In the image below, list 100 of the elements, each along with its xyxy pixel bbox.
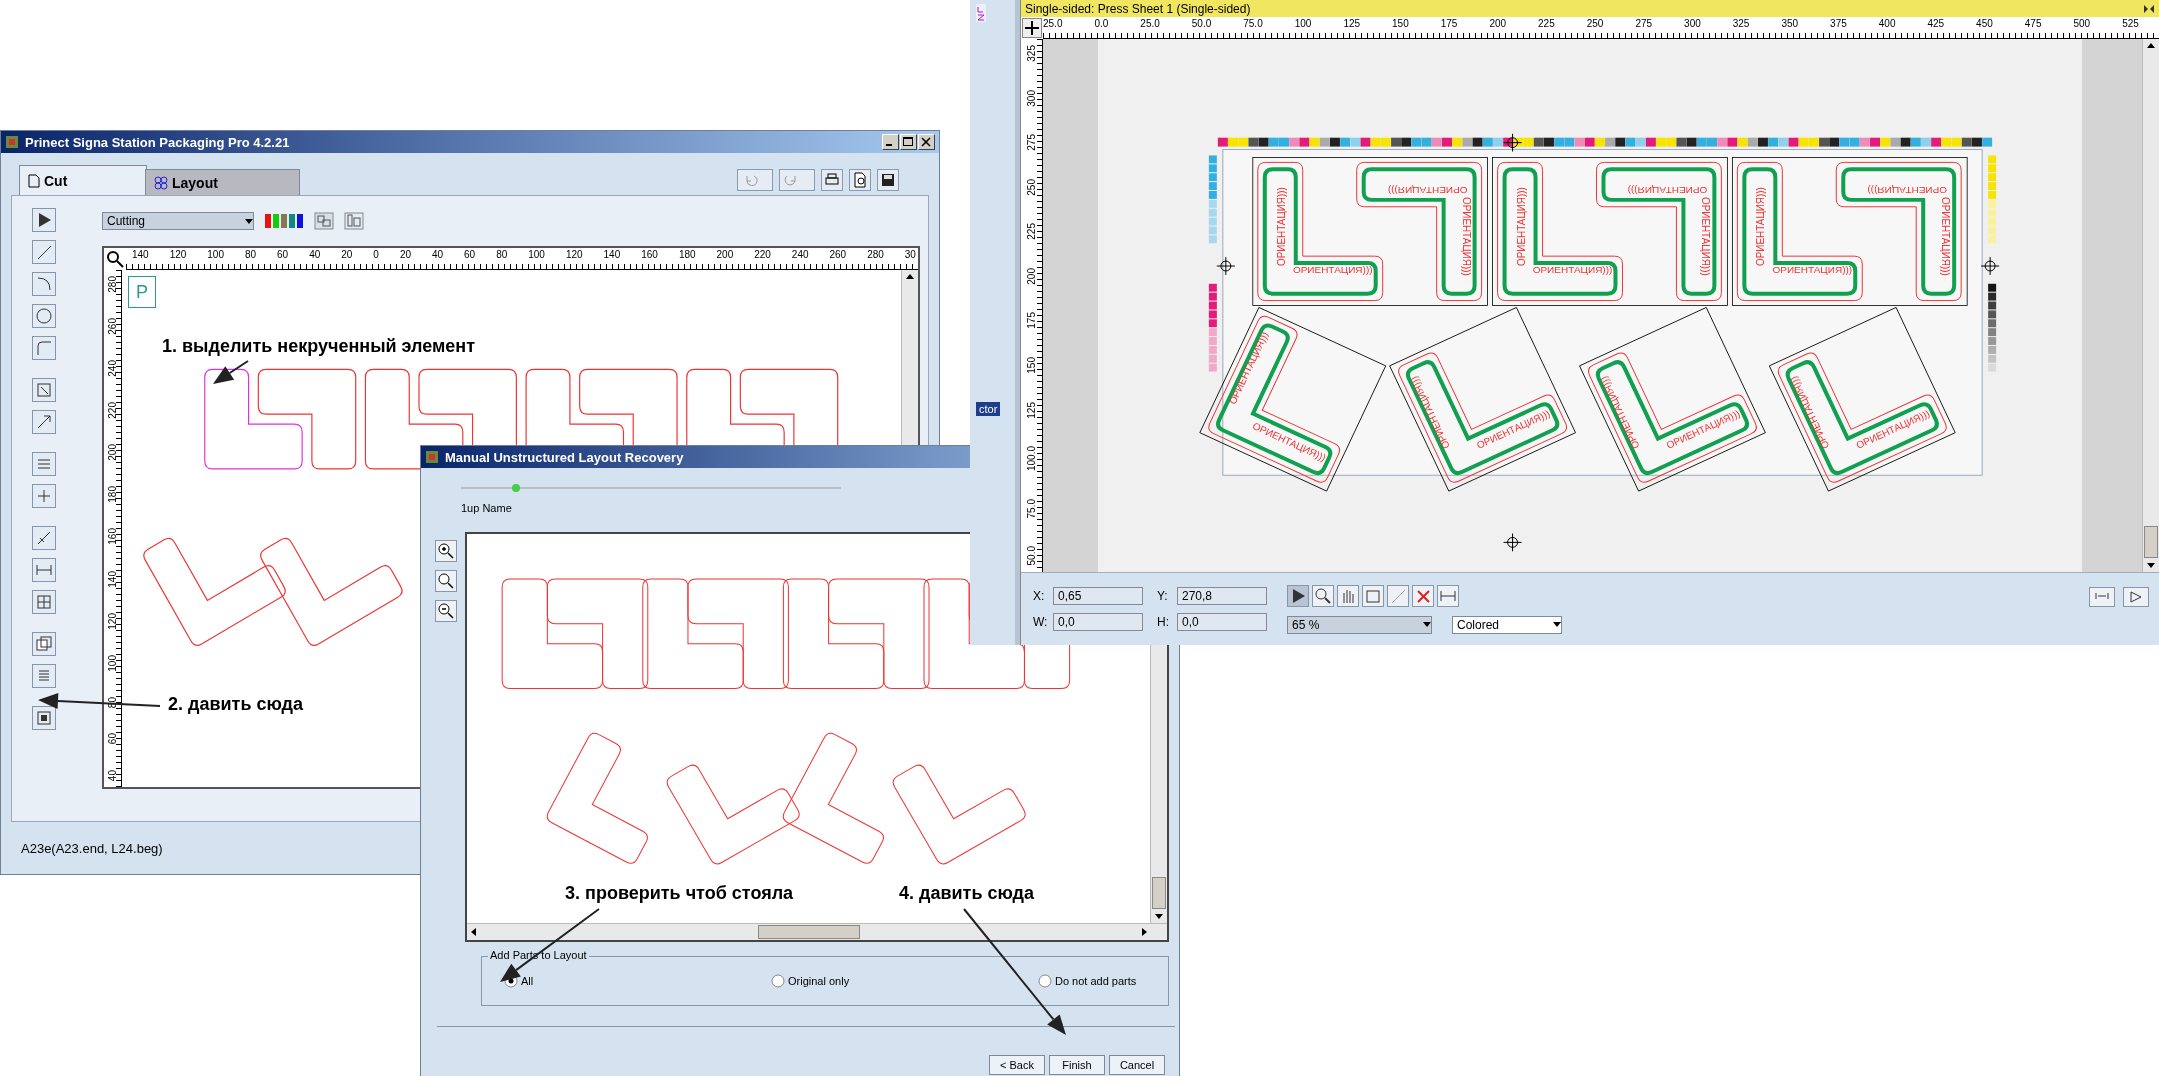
align-icon[interactable] (32, 452, 56, 476)
ruler-label: 225 (1538, 18, 1555, 29)
zoom-icon[interactable] (435, 570, 457, 592)
field-label: Y: (1157, 589, 1169, 603)
print-preview-icon[interactable] (849, 169, 871, 191)
value-field[interactable]: 0,0 (1053, 613, 1143, 631)
distribute-icon[interactable] (32, 484, 56, 508)
curve-icon[interactable] (32, 272, 56, 296)
layers-icon[interactable] (32, 632, 56, 656)
ruler-label: 60 (464, 249, 476, 260)
stack-icon[interactable] (32, 664, 56, 688)
layout-icon[interactable] (32, 706, 56, 730)
annotation-text: 1. выделить некрученный элемент (162, 336, 476, 357)
measure-icon[interactable] (32, 526, 56, 550)
move-icon[interactable] (32, 378, 56, 402)
part-label: ОРИЕНТАЦИЯ))) (1772, 264, 1853, 275)
ruler-label: 125 (1343, 18, 1361, 29)
annotation-text: 3. проверить чтоб стояла (565, 883, 794, 904)
step-slider-icon[interactable] (461, 482, 841, 494)
dropdown-arrow-icon (1553, 622, 1561, 627)
delete-icon[interactable] (1412, 584, 1434, 607)
panel-tab[interactable]: ctor (976, 402, 1001, 416)
dropdown-arrow-icon (1423, 622, 1431, 627)
part-label: ОРИЕНТАЦИЯ))) (1292, 264, 1373, 275)
ruler-label: 250 (1025, 178, 1038, 196)
scale-icon[interactable] (32, 410, 56, 434)
ruler-label: 175 (1025, 312, 1038, 330)
ruler-label: 200 (1025, 267, 1038, 285)
ruler-label: 375 (1830, 18, 1847, 29)
zoom-icon[interactable] (105, 249, 125, 269)
ruler-label: 475 (2024, 18, 2042, 29)
ruler-label: 120 (169, 249, 187, 260)
scroll-bar[interactable] (467, 923, 1167, 940)
page-icon (28, 173, 40, 188)
ruler-label: 525 (2122, 18, 2139, 29)
maximize-button[interactable] (900, 134, 917, 150)
width-icon[interactable] (1437, 584, 1459, 607)
zoom-icon[interactable] (1312, 584, 1334, 607)
pointer-icon[interactable] (32, 208, 56, 232)
pointer-icon[interactable] (1287, 584, 1309, 607)
scroll-thumb[interactable] (2144, 526, 2158, 558)
ruler-label: 220 (106, 402, 119, 419)
ruler-label: 0 (373, 249, 379, 260)
part-label: ОРИЕНТАЦИЯ))) (1532, 264, 1613, 275)
undo-icon[interactable] (737, 169, 773, 191)
corner-icon[interactable] (32, 336, 56, 360)
scroll-thumb[interactable] (1152, 877, 1166, 909)
ruler-label: 200 (1489, 18, 1507, 29)
minimize-button[interactable] (882, 134, 899, 150)
print-icon[interactable] (821, 169, 843, 191)
save-icon[interactable] (877, 169, 899, 191)
scroll-thumb[interactable] (758, 925, 860, 939)
scroll-bar[interactable] (2142, 39, 2159, 572)
ruler-label: 60 (106, 733, 119, 745)
value-field[interactable]: 0,65 (1053, 587, 1143, 605)
register-mark (1980, 256, 2000, 276)
tab[interactable]: Layout (145, 169, 300, 195)
crop-icon[interactable] (1362, 584, 1384, 607)
ruler-label: 25.0 (1140, 18, 1160, 29)
ruler-label: 225 (1025, 223, 1038, 240)
redo-icon[interactable] (779, 169, 815, 191)
ungroup-icon[interactable] (344, 212, 364, 230)
dialog-button[interactable]: < Back (989, 1055, 1045, 1075)
dialog-button[interactable]: Finish (1049, 1055, 1105, 1075)
value-field[interactable]: 270,8 (1177, 587, 1267, 605)
page-icon: P (128, 276, 156, 308)
ruler-label: 150 (1025, 357, 1038, 374)
frame-icon[interactable] (32, 590, 56, 614)
radio-button[interactable] (771, 974, 785, 988)
status-text: A23e(A23.end, L24.beg) (21, 840, 163, 856)
ruler-label: 220 (754, 249, 771, 260)
group-icon[interactable] (314, 212, 334, 230)
radio-button[interactable] (1038, 974, 1052, 988)
value-field[interactable]: 0,0 (1177, 613, 1267, 631)
ruler-label: 20 (399, 249, 411, 260)
collapse-icon[interactable] (2143, 2, 2155, 15)
ruler-label: 260 (829, 249, 847, 260)
dimension-icon[interactable] (32, 558, 56, 582)
ruler-label: 100 (1294, 18, 1312, 29)
ruler-label: 40 (309, 249, 321, 260)
register-mark (1216, 256, 1236, 276)
zoom-dropdown[interactable]: 65 % (1287, 615, 1432, 634)
close-button[interactable] (918, 134, 935, 150)
annotation-text: 4. давить сюда (899, 883, 1035, 904)
part-label: ОРИЕНТАЦИЯ))) (1755, 187, 1767, 266)
color-mode-dropdown[interactable]: Colored (1452, 615, 1562, 634)
annotation-arrow (213, 360, 249, 384)
window-title: Prinect Signa Station Packaging Pro 4.2.21 (25, 134, 290, 150)
tab[interactable]: Cut (19, 165, 147, 195)
part-label: ОРИЕНТАЦИЯ))) (1515, 187, 1527, 266)
layer-dropdown[interactable]: Cutting (102, 212, 254, 230)
fit-icon[interactable] (2089, 587, 2115, 607)
part-label: ОРИЕНТАЦИЯ))) (1627, 185, 1708, 196)
play-icon[interactable] (2123, 587, 2149, 607)
zoom-in-icon[interactable] (435, 540, 457, 562)
zoom-out-icon[interactable] (435, 600, 457, 622)
ruler-label: 450 (1976, 18, 1993, 29)
dialog-button[interactable]: Cancel (1109, 1055, 1165, 1075)
crosshair-icon[interactable] (1022, 18, 1042, 38)
ruler-label: 125 (1025, 401, 1038, 419)
